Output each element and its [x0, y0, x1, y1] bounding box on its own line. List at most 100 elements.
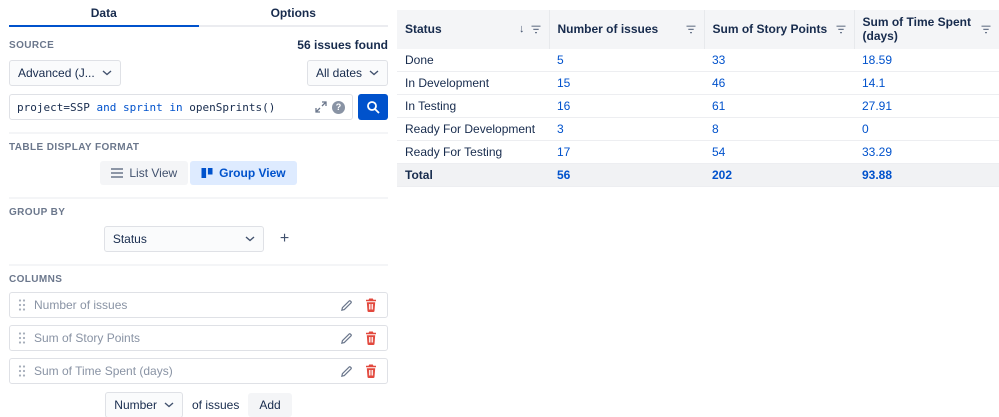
columns-section: COLUMNS Number of issues Sum of Story Poi… — [9, 264, 388, 417]
filter-icon[interactable] — [686, 25, 696, 34]
delete-column-button[interactable] — [363, 296, 379, 314]
drag-handle[interactable] — [18, 298, 26, 312]
column-header[interactable]: Number of issues — [548, 10, 704, 49]
issue-count-link[interactable]: 8 — [712, 122, 719, 136]
issue-count-link[interactable]: 0 — [862, 122, 869, 136]
issue-count-link[interactable]: 14.1 — [862, 76, 885, 90]
delete-column-button[interactable] — [363, 329, 379, 347]
tab-options[interactable]: Options — [199, 0, 389, 27]
filter-icon[interactable] — [531, 25, 541, 34]
issue-count-link[interactable]: 15 — [557, 76, 570, 90]
column-row: Sum of Story Points — [9, 325, 388, 351]
issue-count-link[interactable]: 202 — [712, 168, 732, 182]
column-row: Number of issues — [9, 292, 388, 318]
value-cell: 15 — [549, 71, 704, 96]
issue-count-link[interactable]: 93.88 — [862, 168, 892, 182]
jql-query: project=SSP and sprint in openSprints() — [17, 101, 310, 114]
status-cell: Ready For Testing — [397, 140, 549, 165]
value-cell: 46 — [704, 71, 854, 96]
source-controls: Advanced (J... All dates — [9, 60, 388, 86]
jql-token: project=SSP — [17, 100, 97, 114]
issue-count-link[interactable]: 56 — [557, 168, 570, 182]
issue-count-link[interactable]: 33 — [712, 53, 725, 67]
list-view-button[interactable]: List View — [100, 161, 189, 185]
group-by-section: GROUP BY Status + — [9, 197, 388, 252]
value-cell: 33.29 — [854, 140, 999, 165]
value-cell: 33 — [704, 48, 854, 73]
filter-icon[interactable] — [836, 25, 846, 34]
value-cell: 202 — [704, 163, 854, 188]
help-icon[interactable]: ? — [332, 100, 345, 114]
header-label: Sum of Story Points — [712, 22, 828, 37]
group-view-button[interactable]: Group View — [190, 161, 297, 185]
source-header: SOURCE 56 issues found — [9, 38, 388, 52]
jql-token: and — [96, 100, 123, 114]
value-cell: 8 — [704, 117, 854, 142]
columns-label: COLUMNS — [9, 274, 63, 285]
column-header[interactable]: Status ↓ — [397, 10, 549, 49]
add-group-button[interactable]: + — [276, 229, 293, 249]
issue-report-app: Data Options SOURCE 56 issues found Adva… — [0, 0, 999, 417]
drag-handle-icon — [18, 365, 26, 377]
table-row: Ready For Development 3 8 0 — [397, 117, 999, 142]
issue-count-link[interactable]: 16 — [557, 99, 570, 113]
search-button[interactable] — [358, 94, 388, 120]
group-view-icon — [201, 168, 213, 178]
table-display-section: TABLE DISPLAY FORMAT List View Group Vie… — [9, 132, 388, 185]
issue-count-link[interactable]: 46 — [712, 76, 725, 90]
drag-handle-icon — [18, 299, 26, 311]
drag-handle[interactable] — [18, 364, 26, 378]
filter-icon — [981, 25, 991, 34]
status-cell: Ready For Development — [397, 117, 549, 142]
source-type-select[interactable]: Advanced (J... — [9, 60, 121, 86]
group-view-label: Group View — [219, 166, 286, 180]
tab-data[interactable]: Data — [9, 0, 199, 27]
results-panel: Status ↓ Number of issues Sum of Story Poin… — [397, 0, 999, 417]
header-content: Status ↓ — [405, 22, 541, 36]
jql-input[interactable]: project=SSP and sprint in openSprints() … — [9, 94, 353, 120]
filter-icon — [836, 25, 845, 34]
header-label: Status — [405, 22, 442, 37]
issue-count-link[interactable]: 17 — [557, 145, 570, 159]
table-display-label: TABLE DISPLAY FORMAT — [9, 142, 140, 153]
expand-icon[interactable] — [315, 101, 327, 113]
issue-count-link[interactable]: 27.91 — [862, 99, 892, 113]
group-by-select[interactable]: Status — [103, 226, 264, 252]
date-range-value: All dates — [315, 66, 362, 80]
issue-count-link[interactable]: 18.59 — [862, 53, 892, 67]
edit-column-button[interactable] — [338, 363, 355, 380]
list-view-icon — [111, 168, 124, 178]
column-header[interactable]: Sum of Story Points — [703, 10, 854, 49]
total-row: Total 56 202 93.88 — [397, 163, 999, 188]
filter-icon[interactable] — [981, 25, 991, 34]
value-cell: 61 — [704, 94, 854, 119]
add-column-button[interactable]: Add — [248, 393, 292, 417]
value-cell: 27.91 — [854, 94, 999, 119]
metric-suffix-label: of issues — [191, 398, 240, 412]
columns-list: Number of issues Sum of Story Points Sum o… — [9, 292, 388, 384]
sort-desc-icon[interactable]: ↓ — [519, 23, 525, 35]
header-content: Number of issues — [558, 22, 696, 36]
edit-column-button[interactable] — [338, 297, 355, 314]
jql-row: project=SSP and sprint in openSprints() … — [9, 94, 388, 120]
metric-select[interactable]: Number — [105, 392, 183, 417]
trash-icon — [366, 364, 376, 378]
issue-count-link[interactable]: 5 — [557, 53, 564, 67]
value-cell: 17 — [549, 140, 704, 165]
status-cell: Done — [397, 48, 549, 73]
tab-bar: Data Options — [9, 0, 388, 27]
issue-count-link[interactable]: 33.29 — [862, 145, 892, 159]
drag-handle[interactable] — [18, 331, 26, 345]
header-content: Sum of Story Points — [713, 22, 846, 36]
delete-column-button[interactable] — [363, 362, 379, 380]
issue-count-link[interactable]: 54 — [712, 145, 725, 159]
date-range-select[interactable]: All dates — [306, 60, 388, 86]
issue-count-link[interactable]: 61 — [712, 99, 725, 113]
value-cell: 16 — [549, 94, 704, 119]
issue-count-link[interactable]: 3 — [557, 122, 564, 136]
table-header-row: Status ↓ Number of issues Sum of Story Poin… — [397, 10, 999, 49]
edit-column-button[interactable] — [338, 330, 355, 347]
drag-handle-icon — [18, 332, 26, 344]
column-header[interactable]: Sum of Time Spent (days) — [853, 10, 999, 49]
value-cell: 54 — [704, 140, 854, 165]
